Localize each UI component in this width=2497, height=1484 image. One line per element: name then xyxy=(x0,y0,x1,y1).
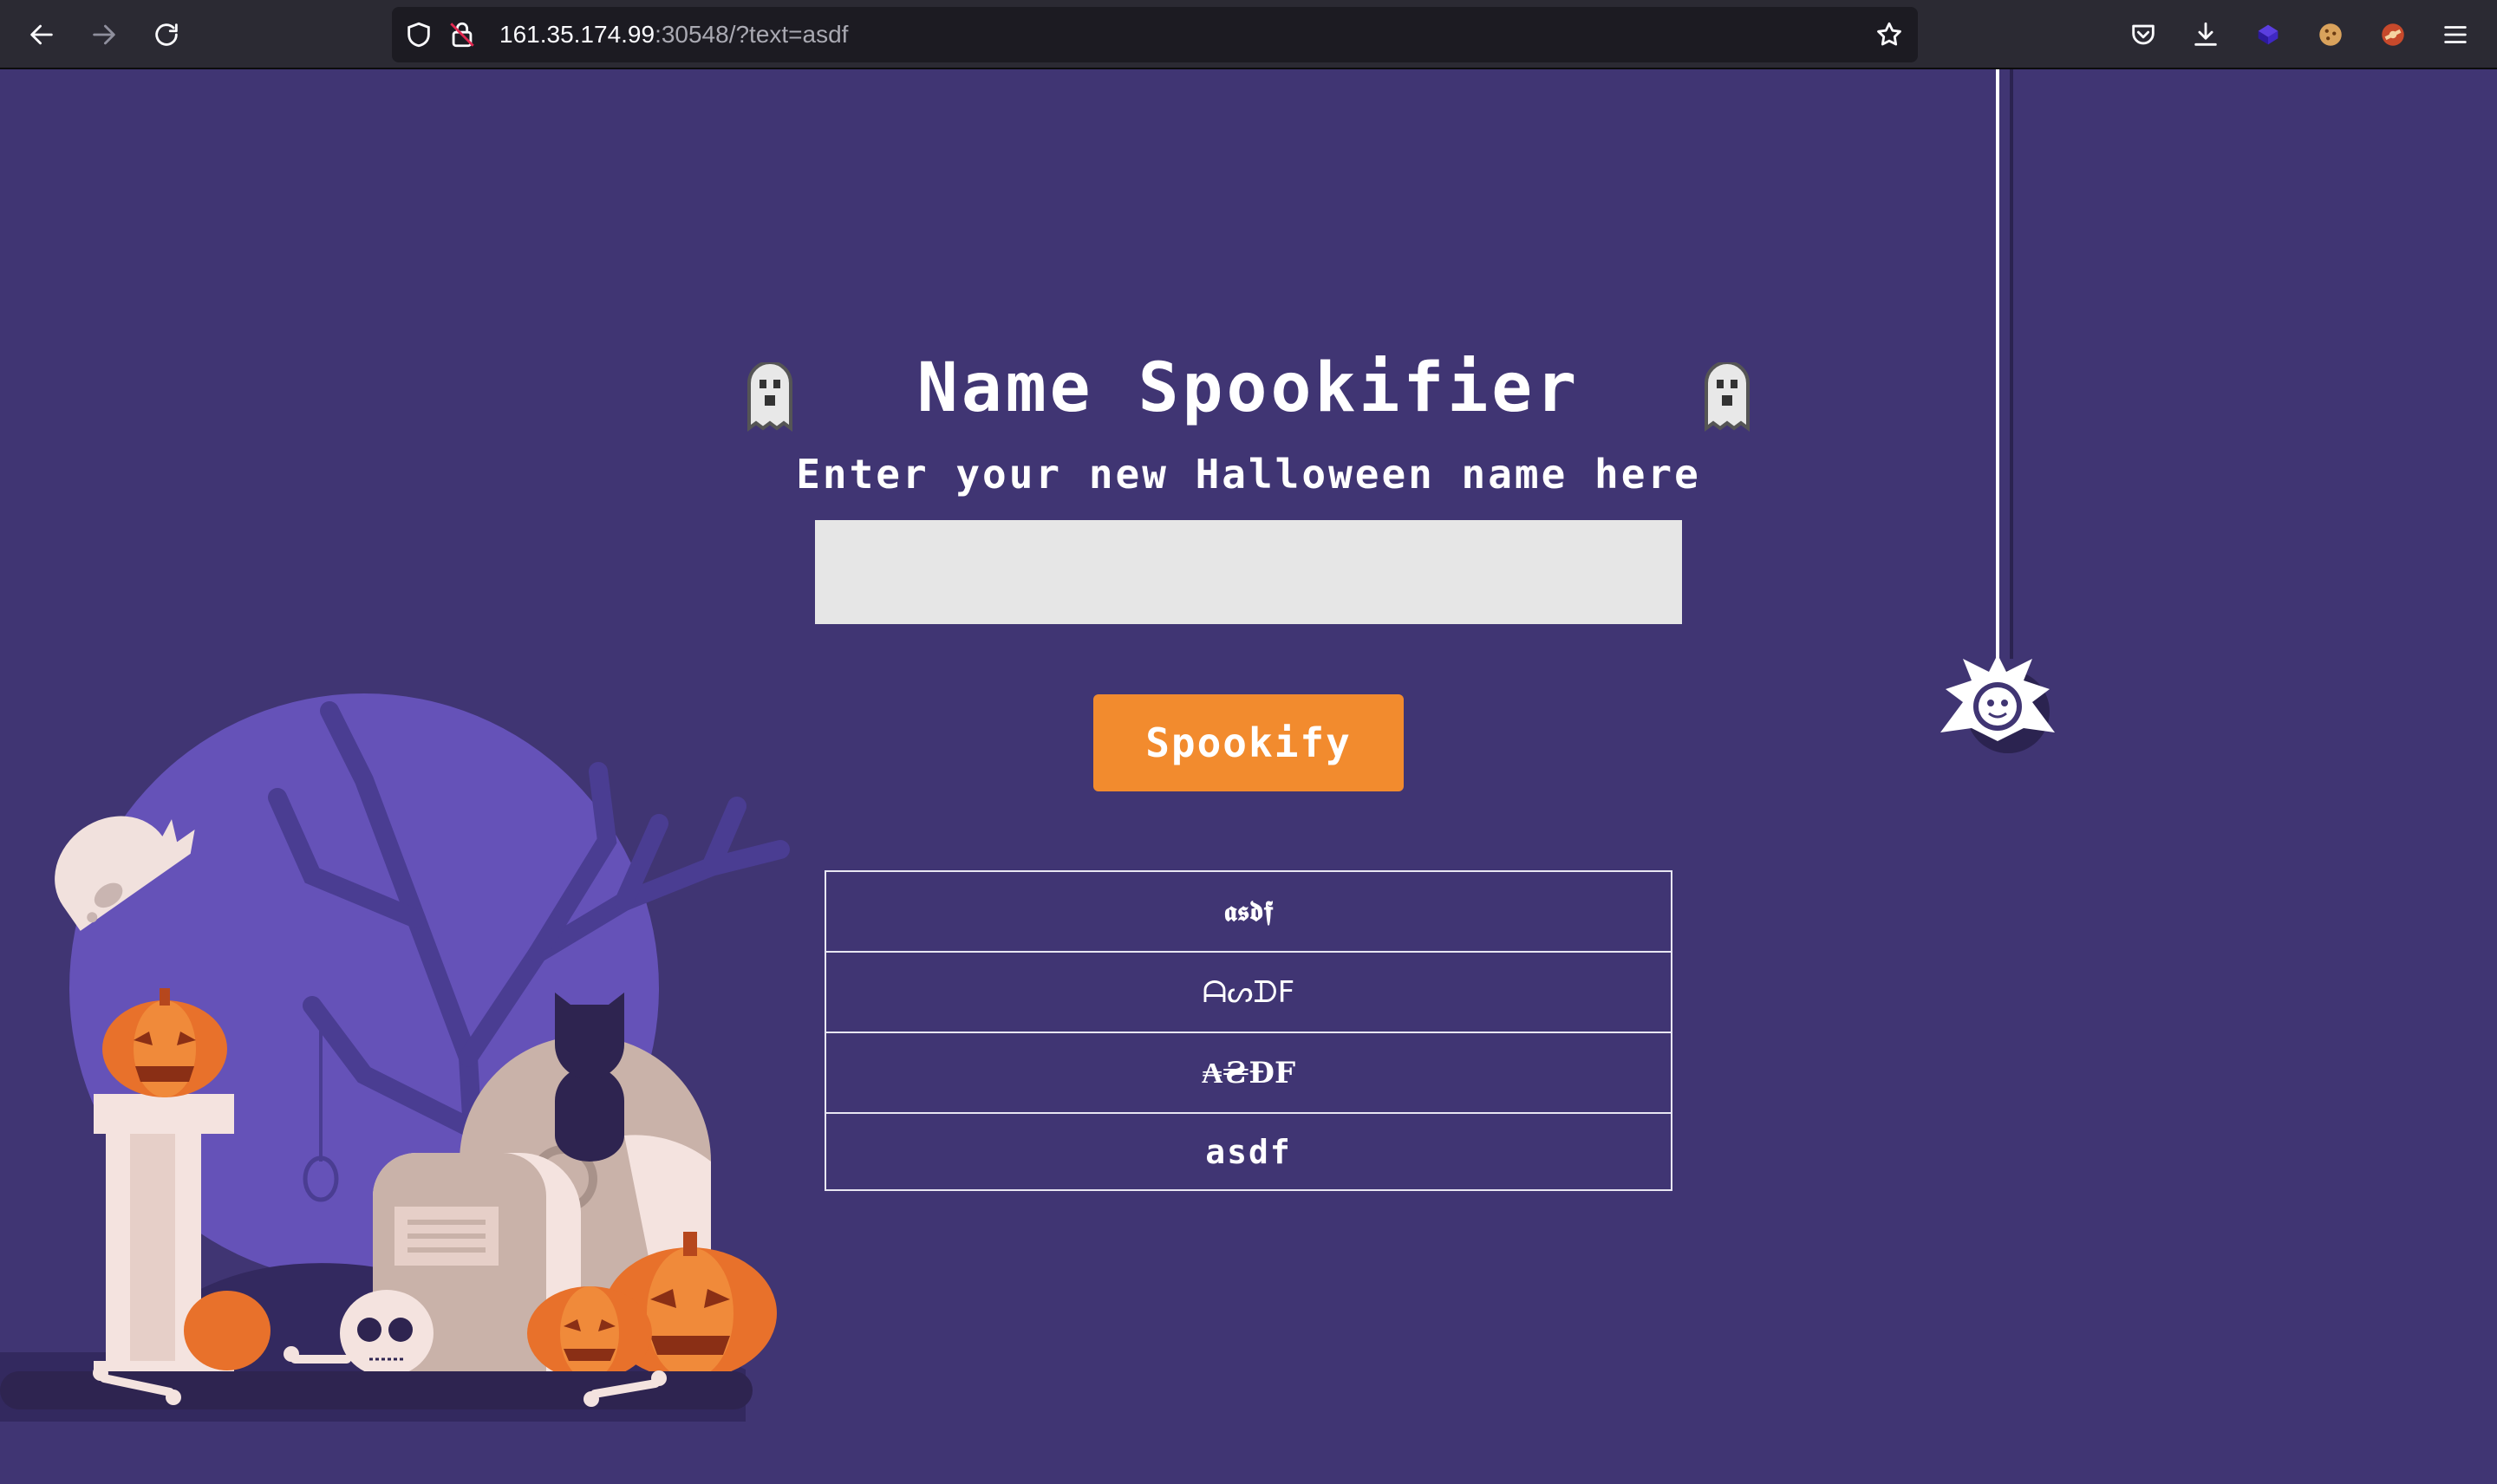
reload-icon xyxy=(155,23,178,46)
pocket-icon xyxy=(2132,24,2155,45)
downloads-button[interactable] xyxy=(2185,14,2226,55)
result-text: ₳₴ĐF xyxy=(1201,1055,1296,1090)
arrow-right-icon xyxy=(93,24,115,45)
page-subtitle: Enter your new Halloween name here xyxy=(796,451,1701,498)
insecure-lock-icon[interactable] xyxy=(447,20,477,49)
result-text: asdf xyxy=(1205,1132,1292,1171)
url-bar[interactable]: 161.35.174.99:30548/?text=asdf xyxy=(392,7,1918,62)
download-icon xyxy=(2194,22,2217,46)
results-table: 𝖆𝖘𝖉𝖋 ᗩᔕᗪF ₳₴ĐF asdf xyxy=(825,870,1672,1191)
forward-button[interactable] xyxy=(83,14,125,55)
arrow-left-icon xyxy=(30,24,53,45)
url-text[interactable]: 161.35.174.99:30548/?text=asdf xyxy=(499,7,848,62)
result-row: ₳₴ĐF xyxy=(826,1033,1671,1114)
browser-toolbar: 161.35.174.99:30548/?text=asdf xyxy=(0,0,2497,69)
cookie-icon xyxy=(2319,23,2342,46)
reload-button[interactable] xyxy=(146,14,187,55)
result-text: 𝖆𝖘𝖉𝖋 xyxy=(1223,895,1274,928)
title-row: Name Spookifier xyxy=(0,343,2497,447)
result-row: 𝖆𝖘𝖉𝖋 xyxy=(826,872,1671,953)
ghost-icon xyxy=(1705,362,1750,432)
menu-icon xyxy=(2444,26,2467,43)
graveyard-illustration xyxy=(0,693,790,1422)
spookify-button[interactable]: Spookify xyxy=(1093,694,1404,791)
url-path: :30548/?text=asdf xyxy=(655,21,849,48)
extension-button[interactable] xyxy=(2372,14,2414,55)
shield-icon[interactable] xyxy=(404,20,434,49)
result-text: ᗩᔕᗪF xyxy=(1202,974,1295,1010)
pocket-button[interactable] xyxy=(2122,14,2164,55)
page-title: Name Spookifier xyxy=(916,349,1581,427)
url-host: 161.35.174.99 xyxy=(499,21,655,48)
result-row: ᗩᔕᗪF xyxy=(826,953,1671,1033)
cookie-button[interactable] xyxy=(2310,14,2351,55)
menu-button[interactable] xyxy=(2435,14,2476,55)
extension-icon xyxy=(2382,23,2404,46)
star-bookmark-icon[interactable] xyxy=(1874,20,1904,49)
extension-cube-button[interactable] xyxy=(2247,14,2289,55)
name-input[interactable] xyxy=(815,520,1682,624)
result-row: asdf xyxy=(826,1114,1671,1189)
extension-cube-icon xyxy=(2258,24,2279,45)
back-button[interactable] xyxy=(21,14,62,55)
